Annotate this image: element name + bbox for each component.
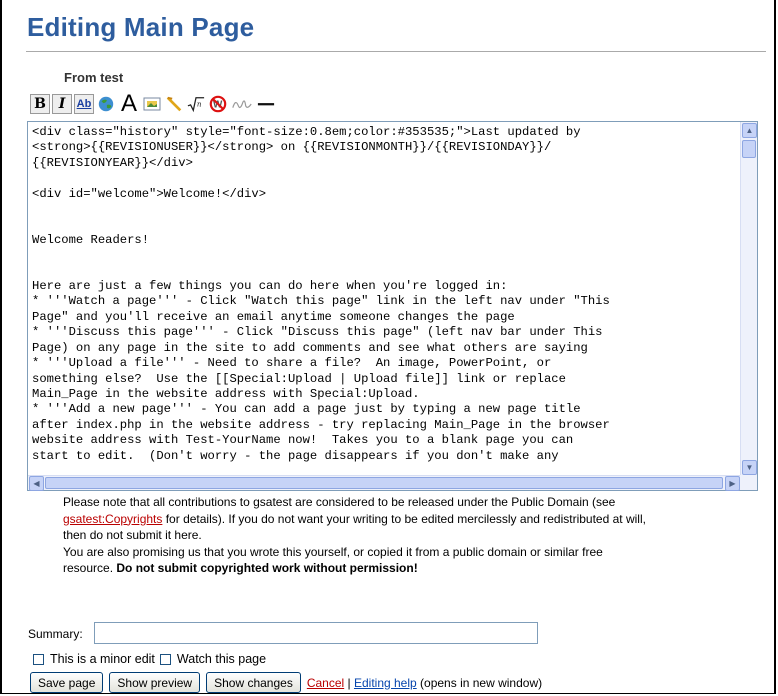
wikitext-editor[interactable]: <div class="history" style="font-size:0.… <box>27 121 758 491</box>
scrollbar-corner <box>740 475 757 490</box>
notice-line-5: resource. Do not submit copyrighted work… <box>63 560 763 577</box>
link-glyph: Ab <box>76 98 92 110</box>
edit-toolbar: B I Ab A n W <box>30 92 276 116</box>
horizontal-scrollbar[interactable]: ◀ ▶ <box>28 475 741 491</box>
notice-text-1: Please note that all contributions to gs… <box>63 495 616 509</box>
help-note: (opens in new window) <box>416 675 543 690</box>
show-preview-button[interactable]: Show preview <box>109 672 201 693</box>
vertical-scroll-thumb[interactable] <box>742 140 756 158</box>
bold-icon[interactable]: B <box>30 94 50 114</box>
nowiki-icon[interactable]: W <box>208 94 228 114</box>
page-title: Editing Main Page <box>27 12 255 42</box>
horizontal-line-icon[interactable] <box>256 94 276 114</box>
copyright-notice: Please note that all contributions to gs… <box>63 494 763 577</box>
cancel-link[interactable]: Cancel <box>307 676 344 690</box>
media-file-icon <box>166 96 182 112</box>
sqrt-icon: n <box>187 97 205 113</box>
minor-edit-label: This is a minor edit <box>50 652 155 666</box>
signature-scribble-icon <box>232 100 252 109</box>
wikitext-textarea[interactable]: <div class="history" style="font-size:0.… <box>28 122 741 476</box>
show-changes-button[interactable]: Show changes <box>206 672 301 693</box>
edit-options: This is a minor edit Watch this page <box>33 652 266 666</box>
notice-line-3: then do not submit it here. <box>63 528 202 543</box>
notice-line-4: You are also promising us that you wrote… <box>63 544 603 559</box>
headline-glyph: A <box>120 90 137 117</box>
scroll-up-icon[interactable]: ▲ <box>742 123 757 138</box>
copyrights-link[interactable]: gsatest:Copyrights <box>63 512 162 526</box>
watch-page-checkbox[interactable] <box>159 653 171 665</box>
signature-icon[interactable] <box>230 94 254 114</box>
form-links: Cancel | Editing help (opens in new wind… <box>307 676 542 690</box>
scroll-right-icon[interactable]: ▶ <box>725 476 740 491</box>
editing-help-link[interactable]: Editing help <box>354 676 417 690</box>
notice-text-2: for details). If you do not want your wr… <box>162 511 646 526</box>
minor-edit-checkbox[interactable] <box>33 653 44 665</box>
action-buttons: Save page Show preview Show changes Canc… <box>30 672 542 693</box>
summary-label: Summary: <box>28 627 83 641</box>
hr-icon <box>257 103 275 106</box>
notice-line-1: Please note that all contributions to gs… <box>63 494 763 511</box>
no-wiki-icon: W <box>209 95 227 113</box>
vertical-scrollbar[interactable]: ▲ ▼ <box>740 122 757 476</box>
save-page-button[interactable]: Save page <box>30 672 104 693</box>
external-link-icon[interactable] <box>96 94 116 114</box>
watch-page-label: Watch this page <box>176 652 267 666</box>
headline-icon[interactable]: A <box>118 90 140 117</box>
title-divider <box>26 51 766 52</box>
italic-icon[interactable]: I <box>52 94 72 114</box>
image-icon[interactable] <box>142 94 162 114</box>
summary-input[interactable] <box>94 622 538 644</box>
svg-text:n: n <box>197 100 202 109</box>
math-icon[interactable]: n <box>186 94 206 114</box>
notice-line-2: gsatest:Copyrights for details). If you … <box>63 511 763 528</box>
media-icon[interactable] <box>164 94 184 114</box>
globe-icon <box>98 96 114 112</box>
horizontal-scroll-thumb[interactable] <box>45 477 723 489</box>
scroll-left-icon[interactable]: ◀ <box>29 476 44 491</box>
internal-link-icon[interactable]: Ab <box>74 94 94 114</box>
picture-icon <box>143 97 161 111</box>
scroll-down-icon[interactable]: ▼ <box>742 460 757 475</box>
copyright-warning: Do not submit copyrighted work without p… <box>116 561 418 576</box>
italic-glyph: I <box>58 96 66 112</box>
notice-text-5: resource. <box>63 561 117 576</box>
from-label: From test <box>64 70 124 85</box>
link-separator: | <box>344 675 354 690</box>
bold-glyph: B <box>34 96 46 112</box>
